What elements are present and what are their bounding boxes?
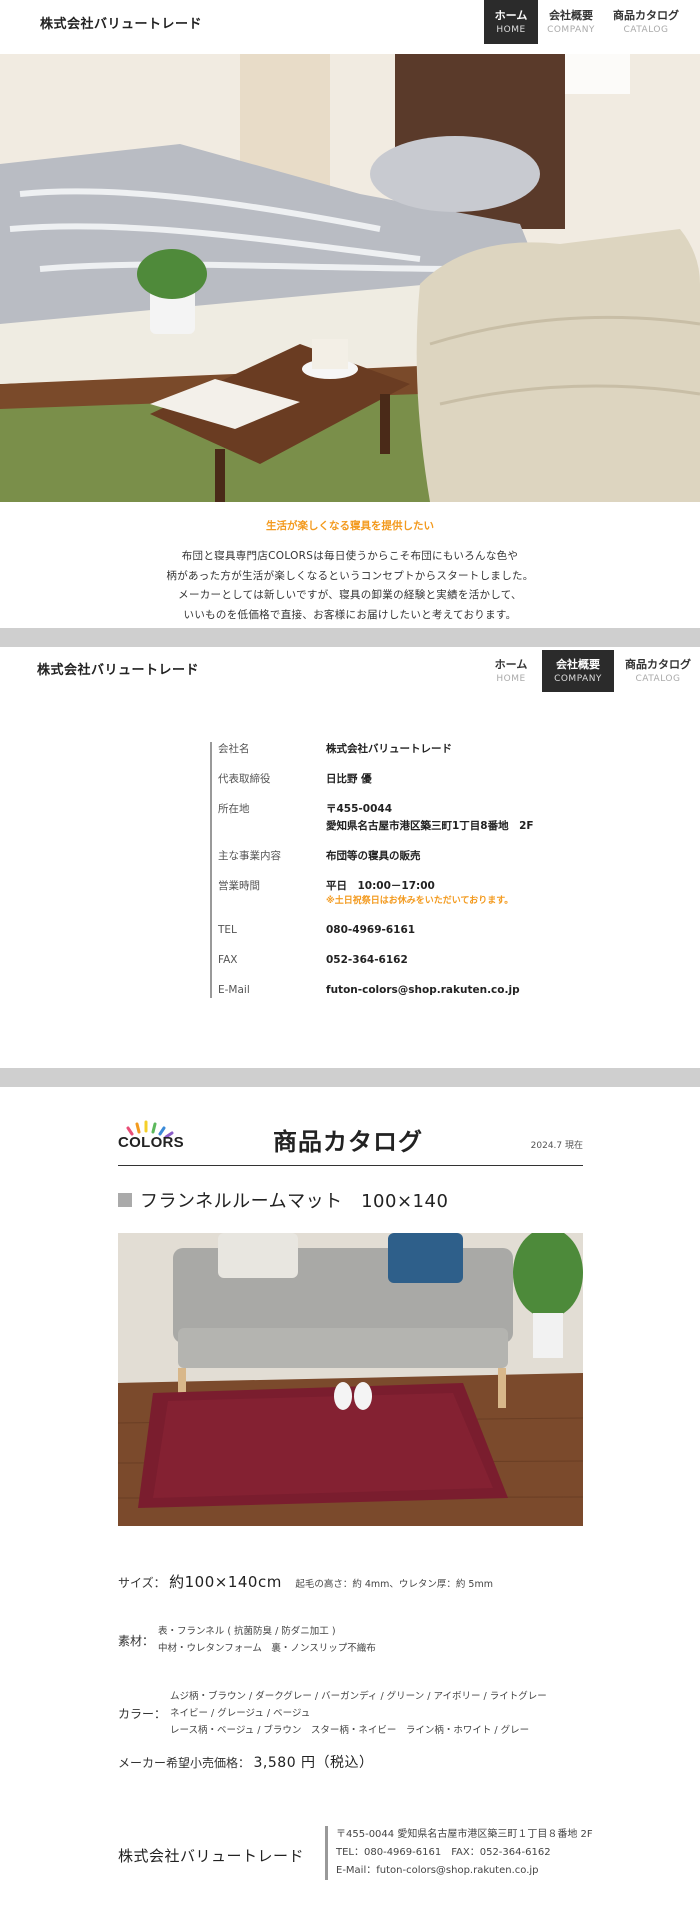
product-heading: フランネルルームマット 100×140 [118,1187,448,1213]
intro-lead: 生活が楽しくなる寝具を提供したい [266,520,434,532]
intro-line: メーカーとしては新しいですが、寝具の卸業の経験と実績を活かして、 [178,589,522,601]
nav-catalog-sublabel: CATALOG [623,24,669,35]
material-values: 表・フランネル ( 抗菌防臭 / 防ダニ加工 ) 中材・ウレタンフォーム 裏・ノ… [158,1623,376,1657]
company-row: E-Mail futon-colors@shop.rakuten.co.jp [218,983,550,998]
company-row: 営業時間 平日 10:00－17:00 ※土日祝祭日はお休みをいただいております… [218,879,550,908]
intro-line: 柄があった方が生活が楽しくなるというコンセプトからスタートしました。 [166,569,534,582]
section-divider-band [0,628,700,647]
nav-home-label: ホーム [494,8,528,22]
nav-company-sublabel: COMPANY [554,673,602,684]
footer-contact: 〒455-0044 愛知県名古屋市港区築三町１丁目８番地 2F TEL：080-… [325,1826,593,1880]
product-illustration [118,1233,583,1526]
color-line: レース柄・ベージュ / ブラウン スター柄・ネイビー ライン柄・ホワイト / グ… [170,1725,530,1736]
nav-company-label: 会社概要 [556,657,600,671]
spec-colors: カラー： ムジ柄・ブラウン / ダークグレー / バーガンディ / グリーン /… [118,1688,547,1739]
color-label: カラー： [118,1707,167,1721]
nav-home-sublabel: HOME [496,24,526,35]
company-row-value: 052-364-6162 [326,954,408,966]
intro-section: 生活が楽しくなる寝具を提供したい 布団と寝具専門店COLORSは毎日使うからこそ… [0,502,700,625]
price-value: 3,580 円（税込） [253,1755,374,1771]
company-row-value: 080-4969-6161 [326,924,416,936]
color-values: ムジ柄・ブラウン / ダークグレー / バーガンディ / グリーン / アイボリ… [170,1688,547,1739]
color-line: ムジ柄・ブラウン / ダークグレー / バーガンディ / グリーン / アイボリ… [170,1691,547,1702]
main-nav: ホーム HOME 会社概要 COMPANY 商品カタログ CATALOG [484,0,688,44]
material-line: 中材・ウレタンフォーム 裏・ノンスリップ不織布 [158,1643,376,1654]
company-row-value-group: 平日 10:00－17:00 ※土日祝祭日はお休みをいただいております。 [326,879,550,908]
colors-logo-text: COLORS [118,1134,184,1151]
nav-home[interactable]: ホーム HOME [480,650,542,692]
company-row: 会社名 株式会社バリュートレード [218,742,550,757]
company-row-key: 営業時間 [218,880,260,892]
company-row-key: 会社名 [218,743,250,755]
company-row-value: futon-colors@shop.rakuten.co.jp [326,984,520,996]
main-nav: ホーム HOME 会社概要 COMPANY 商品カタログ CATALOG [480,650,700,692]
material-label: 素材： [118,1633,155,1648]
intro-line: いいものを低価格で直接、お客様にお届けしたいと考えております。 [183,608,517,621]
footer-address: 〒455-0044 愛知県名古屋市港区築三町１丁目８番地 2F [336,1829,593,1840]
size-value: 約100×140cm [169,1573,282,1591]
company-row: 所在地 〒455-0044 愛知県名古屋市港区築三町1丁目8番地 2F [218,802,550,834]
nav-home-sublabel: HOME [496,673,526,684]
company-row-key: FAX [218,954,238,966]
nav-company-sublabel: COMPANY [547,24,595,35]
footer-tel-fax: TEL：080-4969-6161 FAX：052-364-6162 [336,1847,551,1858]
color-line: ネイビー / グレージュ / ベージュ [170,1708,311,1719]
material-line: 表・フランネル ( 抗菌防臭 / 防ダニ加工 ) [158,1626,336,1637]
company-row-value: 平日 10:00－17:00 [326,880,435,892]
business-hours-note: ※土日祝祭日はお休みをいただいております。 [326,896,514,906]
catalog-title: 商品カタログ [273,1128,423,1156]
price-label: メーカー希望小売価格： [118,1756,251,1770]
nav-company[interactable]: 会社概要 COMPANY [538,0,604,44]
nav-company-label: 会社概要 [549,8,593,22]
spec-material: 素材： 表・フランネル ( 抗菌防臭 / 防ダニ加工 ) 中材・ウレタンフォーム… [118,1623,376,1657]
company-row-value: 〒455-0044 [326,803,392,815]
company-row-value: 株式会社バリュートレード [326,743,452,755]
company-row-value-group: 〒455-0044 愛知県名古屋市港区築三町1丁目8番地 2F [326,802,550,834]
intro-paragraph: 布団と寝具専門店COLORSは毎日使うからこそ布団にもいろんな色や 柄があった方… [0,547,700,625]
footer-company-name: 株式会社バリュートレード [118,1847,305,1865]
company-row-value: 布団等の寝具の販売 [326,850,421,862]
company-row: FAX 052-364-6162 [218,953,550,968]
company-row-key: 主な事業内容 [218,850,281,862]
nav-catalog-label: 商品カタログ [625,657,691,671]
section-divider-band [0,1068,700,1087]
site-logo[interactable]: 株式会社バリュートレード [37,659,199,678]
spec-price: メーカー希望小売価格： 3,580 円（税込） [118,1752,374,1772]
product-photo [118,1233,583,1526]
site-logo[interactable]: 株式会社バリュートレード [40,13,202,32]
size-label: サイズ： [118,1576,166,1590]
header-company: 株式会社バリュートレード ホーム HOME 会社概要 COMPANY 商品カタロ… [0,650,700,704]
header-home: 株式会社バリュートレード ホーム HOME 会社概要 COMPANY 商品カタロ… [0,0,700,54]
footer-email[interactable]: E-Mail：futon-colors@shop.rakuten.co.jp [336,1862,593,1880]
company-row: TEL 080-4969-6161 [218,923,550,938]
intro-line: 布団と寝具専門店COLORSは毎日使うからこそ布団にもいろんな色や [181,550,519,562]
nav-company[interactable]: 会社概要 COMPANY [542,650,614,692]
spec-size: サイズ： 約100×140cm 起毛の高さ：約 4mm、ウレタン厚：約 5mm [118,1571,493,1593]
nav-catalog-label: 商品カタログ [613,8,679,22]
hero-illustration [0,54,700,502]
product-title: フランネルルームマット 100×140 [140,1191,449,1212]
company-row-value: 日比野 優 [326,773,372,785]
company-row-key: E-Mail [218,984,250,996]
company-row: 主な事業内容 布団等の寝具の販売 [218,849,550,864]
nav-catalog[interactable]: 商品カタログ CATALOG [604,0,688,44]
hero-bedroom-photo [0,54,700,502]
company-row-key: 所在地 [218,803,250,815]
company-row-value-2: 愛知県名古屋市港区築三町1丁目8番地 2F [326,820,534,832]
company-row-key: 代表取締役 [218,773,271,785]
nav-home[interactable]: ホーム HOME [484,0,538,44]
nav-home-label: ホーム [494,657,528,671]
company-info-table: 会社名 株式会社バリュートレード 代表取締役 日比野 優 所在地 〒455-00… [210,742,550,998]
size-note: 起毛の高さ：約 4mm、ウレタン厚：約 5mm [295,1579,493,1590]
nav-catalog-sublabel: CATALOG [635,673,681,684]
company-row-key: TEL [218,924,237,936]
catalog-header: COLORS 商品カタログ 2024.7 現在 [118,1114,583,1166]
catalog-date: 2024.7 現在 [530,1141,583,1151]
nav-catalog[interactable]: 商品カタログ CATALOG [614,650,700,692]
heading-square-icon [118,1193,132,1207]
company-row: 代表取締役 日比野 優 [218,772,550,787]
